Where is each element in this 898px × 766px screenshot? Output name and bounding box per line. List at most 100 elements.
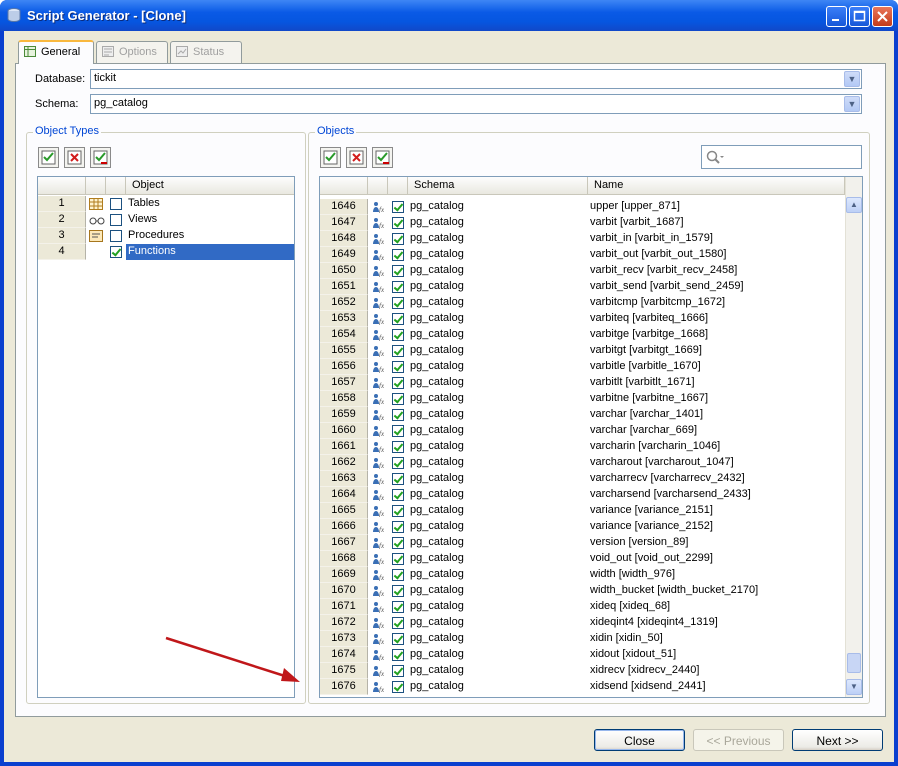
- object-column-header[interactable]: Object: [126, 177, 294, 195]
- object-row[interactable]: 1675 fx pg_catalog xidrecv [xidrecv_2440]: [320, 663, 845, 679]
- object-row[interactable]: 1654 fx pg_catalog varbitge [varbitge_1668]: [320, 327, 845, 343]
- objects-vertical-scrollbar[interactable]: ▲ ▼: [845, 177, 862, 697]
- object-row[interactable]: 1671 fx pg_catalog xideq [xideq_68]: [320, 599, 845, 615]
- object-row[interactable]: 1660 fx pg_catalog varchar [varchar_669]: [320, 423, 845, 439]
- object-row[interactable]: 1669 fx pg_catalog width [width_976]: [320, 567, 845, 583]
- object-row[interactable]: 1662 fx pg_catalog varcharout [varcharout_1…: [320, 455, 845, 471]
- object-type-checkbox[interactable]: [110, 198, 122, 210]
- maximize-button[interactable]: [849, 6, 870, 27]
- object-row[interactable]: 1676 fx pg_catalog xidsend [xidsend_2441]: [320, 679, 845, 695]
- object-schema: pg_catalog: [410, 328, 464, 340]
- object-row[interactable]: 1661 fx pg_catalog varcharin [varcharin_104…: [320, 439, 845, 455]
- object-row[interactable]: 1666 fx pg_catalog variance [variance_2152]: [320, 519, 845, 535]
- object-checkbox[interactable]: [392, 345, 404, 357]
- objects-uncheck-all-button[interactable]: [346, 147, 367, 168]
- object-checkbox[interactable]: [392, 441, 404, 453]
- object-type-row[interactable]: 1 Tables: [38, 196, 294, 212]
- object-row[interactable]: 1668 fx pg_catalog void_out [void_out_2299]: [320, 551, 845, 567]
- schema-column-header[interactable]: Schema: [408, 177, 588, 195]
- object-checkbox[interactable]: [392, 505, 404, 517]
- object-checkbox[interactable]: [392, 281, 404, 293]
- object-checkbox[interactable]: [392, 201, 404, 213]
- object-type-row[interactable]: 2 Views: [38, 212, 294, 228]
- minimize-button[interactable]: [826, 6, 847, 27]
- object-checkbox[interactable]: [392, 329, 404, 341]
- close-window-button[interactable]: [872, 6, 893, 27]
- objects-invert-check-button[interactable]: [372, 147, 393, 168]
- object-row[interactable]: 1672 fx pg_catalog xideqint4 [xideqint4_131…: [320, 615, 845, 631]
- object-checkbox[interactable]: [392, 425, 404, 437]
- next-button[interactable]: Next >>: [792, 729, 883, 751]
- object-checkbox[interactable]: [392, 553, 404, 565]
- previous-button[interactable]: << Previous: [693, 729, 784, 751]
- object-row[interactable]: 1663 fx pg_catalog varcharrecv [varcharrecv…: [320, 471, 845, 487]
- object-checkbox[interactable]: [392, 265, 404, 277]
- object-checkbox[interactable]: [392, 393, 404, 405]
- object-checkbox[interactable]: [392, 217, 404, 229]
- scroll-up-arrow-icon[interactable]: ▲: [846, 197, 862, 213]
- object-row[interactable]: 1665 fx pg_catalog variance [variance_2151]: [320, 503, 845, 519]
- object-checkbox[interactable]: [392, 649, 404, 661]
- object-checkbox[interactable]: [392, 457, 404, 469]
- object-type-row[interactable]: 4 f Functions: [38, 244, 294, 260]
- object-row[interactable]: 1648 fx pg_catalog varbit_in [varbit_in_157…: [320, 231, 845, 247]
- object-checkbox[interactable]: [392, 633, 404, 645]
- scroll-down-arrow-icon[interactable]: ▼: [846, 679, 862, 695]
- close-button[interactable]: Close: [594, 729, 685, 751]
- object-row[interactable]: 1670 fx pg_catalog width_bucket [width_buck…: [320, 583, 845, 599]
- object-type-row[interactable]: 3 Procedures: [38, 228, 294, 244]
- object-checkbox[interactable]: [392, 377, 404, 389]
- object-checkbox[interactable]: [392, 489, 404, 501]
- object-row[interactable]: 1651 fx pg_catalog varbit_send [varbit_send…: [320, 279, 845, 295]
- object-checkbox[interactable]: [392, 249, 404, 261]
- scroll-thumb[interactable]: [847, 653, 861, 673]
- objects-check-all-button[interactable]: [320, 147, 341, 168]
- title-bar[interactable]: Script Generator - [Clone]: [0, 0, 898, 31]
- database-combo[interactable]: tickit ▼: [90, 69, 862, 89]
- object-row[interactable]: 1655 fx pg_catalog varbitgt [varbitgt_1669]: [320, 343, 845, 359]
- object-row[interactable]: 1653 fx pg_catalog varbiteq [varbiteq_1666]: [320, 311, 845, 327]
- object-checkbox[interactable]: [392, 601, 404, 613]
- object-row[interactable]: 1664 fx pg_catalog varcharsend [varcharsend…: [320, 487, 845, 503]
- object-checkbox[interactable]: [392, 313, 404, 325]
- object-row[interactable]: 1649 fx pg_catalog varbit_out [varbit_out_1…: [320, 247, 845, 263]
- object-checkbox[interactable]: [392, 233, 404, 245]
- object-row[interactable]: 1652 fx pg_catalog varbitcmp [varbitcmp_167…: [320, 295, 845, 311]
- object-schema: pg_catalog: [410, 312, 464, 324]
- tab-status[interactable]: Status: [170, 41, 242, 63]
- schema-combo[interactable]: pg_catalog ▼: [90, 94, 862, 114]
- check-all-button[interactable]: [38, 147, 59, 168]
- object-checkbox[interactable]: [392, 585, 404, 597]
- object-checkbox[interactable]: [392, 617, 404, 629]
- invert-check-button[interactable]: [90, 147, 111, 168]
- object-row[interactable]: 1658 fx pg_catalog varbitne [varbitne_1667]: [320, 391, 845, 407]
- object-checkbox[interactable]: [392, 537, 404, 549]
- object-row[interactable]: 1646 fx pg_catalog upper [upper_871]: [320, 199, 845, 215]
- tab-options[interactable]: Options: [96, 41, 168, 63]
- object-row[interactable]: 1657 fx pg_catalog varbitlt [varbitlt_1671]: [320, 375, 845, 391]
- objects-search-input[interactable]: [701, 145, 862, 169]
- chevron-down-icon[interactable]: ▼: [844, 96, 860, 112]
- object-row[interactable]: 1650 fx pg_catalog varbit_recv [varbit_recv…: [320, 263, 845, 279]
- uncheck-all-button[interactable]: [64, 147, 85, 168]
- object-type-checkbox[interactable]: [110, 214, 122, 226]
- object-row[interactable]: 1667 fx pg_catalog version [version_89]: [320, 535, 845, 551]
- object-checkbox[interactable]: [392, 681, 404, 693]
- object-type-checkbox[interactable]: [110, 246, 122, 258]
- object-checkbox[interactable]: [392, 473, 404, 485]
- object-row[interactable]: 1659 fx pg_catalog varchar [varchar_1401]: [320, 407, 845, 423]
- object-type-checkbox[interactable]: [110, 230, 122, 242]
- object-checkbox[interactable]: [392, 569, 404, 581]
- object-checkbox[interactable]: [392, 409, 404, 421]
- object-checkbox[interactable]: [392, 521, 404, 533]
- object-row[interactable]: 1673 fx pg_catalog xidin [xidin_50]: [320, 631, 845, 647]
- object-checkbox[interactable]: [392, 665, 404, 677]
- object-row[interactable]: 1674 fx pg_catalog xidout [xidout_51]: [320, 647, 845, 663]
- tab-general[interactable]: General: [18, 40, 94, 64]
- name-column-header[interactable]: Name: [588, 177, 845, 195]
- chevron-down-icon[interactable]: ▼: [844, 71, 860, 87]
- object-row[interactable]: 1656 fx pg_catalog varbitle [varbitle_1670]: [320, 359, 845, 375]
- object-row[interactable]: 1647 fx pg_catalog varbit [varbit_1687]: [320, 215, 845, 231]
- object-checkbox[interactable]: [392, 297, 404, 309]
- object-checkbox[interactable]: [392, 361, 404, 373]
